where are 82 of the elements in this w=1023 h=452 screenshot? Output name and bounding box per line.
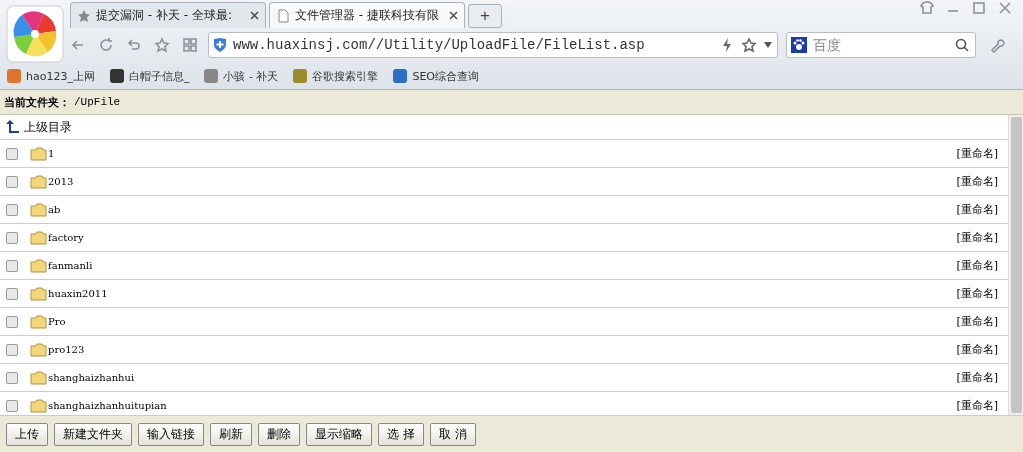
action-button[interactable]: 选 择 <box>378 422 424 446</box>
checkbox[interactable] <box>6 343 18 356</box>
action-button[interactable]: 新建文件夹 <box>54 422 132 446</box>
scrollbar[interactable] <box>1008 115 1023 415</box>
folder-icon <box>30 342 47 357</box>
star-icon[interactable] <box>152 37 172 53</box>
folder-icon <box>30 398 47 413</box>
folder-name[interactable]: shanghaizhanhui <box>48 372 957 383</box>
checkbox[interactable] <box>6 371 18 384</box>
folder-icon <box>30 370 47 385</box>
dropdown-icon[interactable] <box>763 41 773 49</box>
close-icon[interactable] <box>449 11 458 20</box>
close-icon[interactable] <box>250 11 259 20</box>
checkbox[interactable] <box>6 203 18 216</box>
rename-link[interactable]: [重命名] <box>956 342 998 357</box>
grid-icon[interactable] <box>180 37 200 53</box>
shield-icon <box>213 37 227 53</box>
action-button[interactable]: 删除 <box>258 422 300 446</box>
site-icon <box>292 68 309 84</box>
page-icon <box>276 8 290 23</box>
parent-folder-link[interactable]: 上级目录 <box>24 118 72 136</box>
action-button[interactable]: 刷新 <box>210 422 252 446</box>
folder-icon <box>30 314 47 329</box>
current-folder-path: /UpFile <box>74 96 121 108</box>
bookmark-link[interactable]: 白帽子信息_ <box>108 68 190 84</box>
restore-icon[interactable] <box>971 0 987 16</box>
rename-link[interactable]: [重命名] <box>956 258 998 273</box>
bookmark-link[interactable]: hao123_上网 <box>6 68 95 84</box>
address-bar[interactable]: www.huaxinsj.com//Utility/UploadFile/FileList.asp <box>208 32 778 58</box>
site-icon <box>203 68 220 84</box>
bookmark-link[interactable]: SEO综合查询 <box>392 68 479 84</box>
site-icon <box>108 68 125 84</box>
current-folder-label: 当前文件夹： <box>4 94 70 110</box>
action-button[interactable]: 输入链接 <box>138 422 204 446</box>
folder-name[interactable]: fanmanli <box>48 260 957 271</box>
action-button[interactable]: 取 消 <box>429 422 476 446</box>
new-tab-button[interactable]: + <box>468 4 502 28</box>
folder-name[interactable]: shanghaizhanhuitupian <box>48 400 957 411</box>
folder-name[interactable]: ab <box>48 204 957 215</box>
star-icon <box>77 8 91 23</box>
rename-link[interactable]: [重命名] <box>956 174 998 189</box>
checkbox[interactable] <box>6 259 18 272</box>
rename-link[interactable]: [重命名] <box>956 202 998 217</box>
star-icon[interactable] <box>741 37 757 53</box>
bookmark-link[interactable]: 小骇 - 补天 <box>203 68 279 84</box>
folder-name[interactable]: pro123 <box>48 344 957 355</box>
rename-link[interactable]: [重命名] <box>956 230 998 245</box>
folder-name[interactable]: 2013 <box>48 176 957 187</box>
checkbox[interactable] <box>6 399 18 412</box>
search-icon[interactable] <box>954 37 970 53</box>
action-button[interactable]: 上传 <box>6 422 48 446</box>
folder-icon <box>30 174 47 189</box>
rename-link[interactable]: [重命名] <box>956 370 998 385</box>
folder-icon <box>30 286 47 301</box>
shirt-icon[interactable] <box>919 0 935 16</box>
up-arrow-icon[interactable] <box>4 120 20 134</box>
bookmark-link[interactable]: 谷歌搜索引擎 <box>292 68 379 84</box>
checkbox[interactable] <box>6 175 18 188</box>
rename-link[interactable]: [重命名] <box>956 314 998 329</box>
folder-name[interactable]: factory <box>48 232 957 243</box>
folder-name[interactable]: Pro <box>48 316 957 327</box>
site-icon <box>6 68 22 84</box>
folder-icon <box>30 202 47 217</box>
rename-link[interactable]: [重命名] <box>956 398 998 413</box>
checkbox[interactable] <box>6 147 18 160</box>
folder-icon <box>30 146 47 161</box>
rename-link[interactable]: [重命名] <box>956 146 998 161</box>
rename-link[interactable]: [重命名] <box>956 286 998 301</box>
paw-icon <box>791 37 807 53</box>
folder-icon <box>30 258 47 273</box>
checkbox[interactable] <box>6 315 18 328</box>
folder-name[interactable]: huaxin2011 <box>48 288 957 299</box>
checkbox[interactable] <box>6 231 18 244</box>
site-icon <box>392 68 409 84</box>
browser-tab[interactable]: 文件管理器 - 捷联科技有限 <box>269 2 465 28</box>
browser-logo <box>6 5 64 63</box>
browser-tab[interactable]: 提交漏洞 - 补天 - 全球最: <box>70 2 266 28</box>
folder-icon <box>30 230 47 245</box>
folder-name[interactable]: 1 <box>48 148 957 159</box>
checkbox[interactable] <box>6 287 18 300</box>
search-field[interactable]: 百度 <box>786 32 976 58</box>
action-button[interactable]: 显示缩略 <box>306 422 372 446</box>
